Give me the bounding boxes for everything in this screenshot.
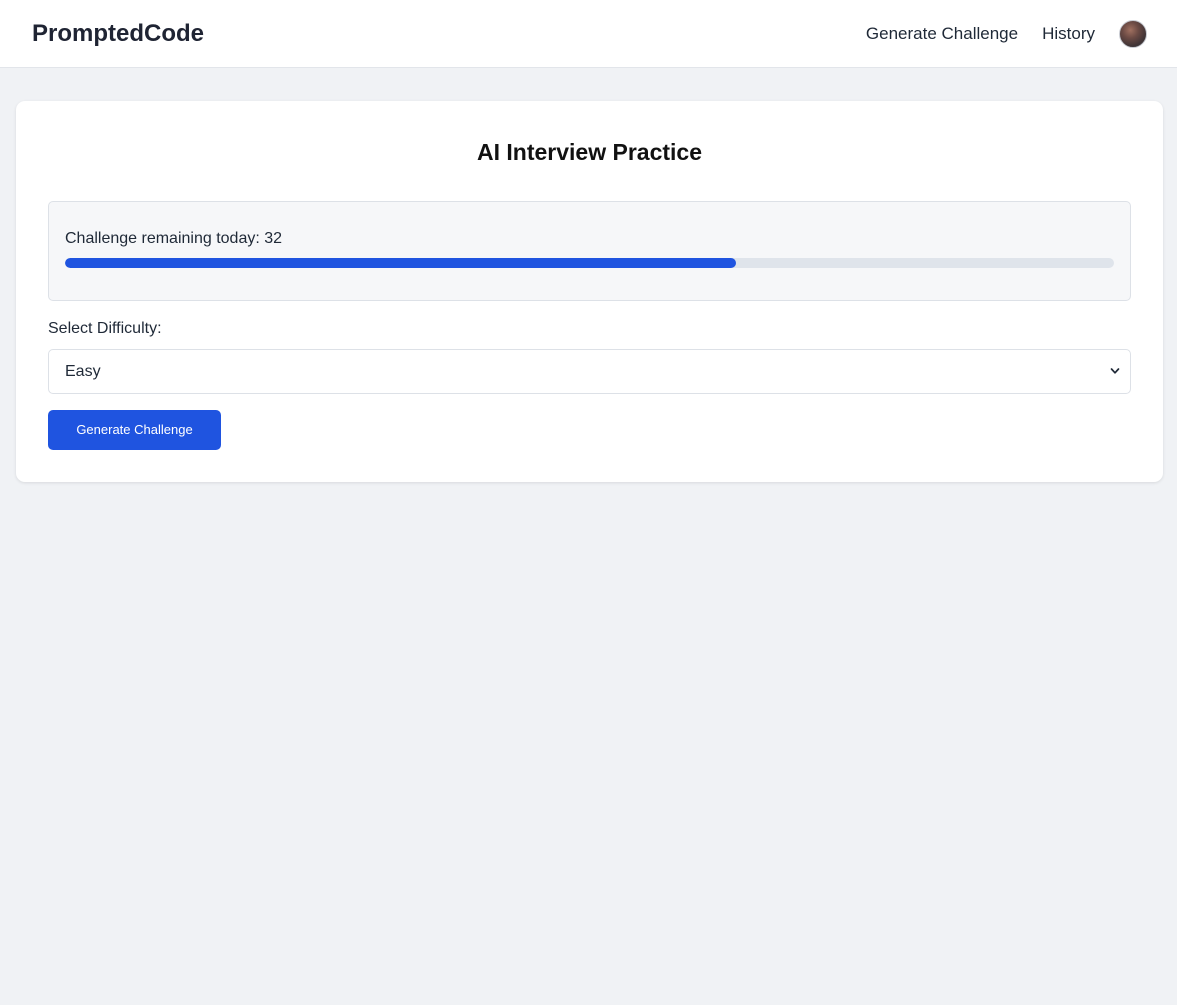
quota-panel: Challenge remaining today: 32 — [48, 201, 1131, 301]
user-avatar[interactable] — [1119, 20, 1147, 48]
brand-logo[interactable]: PromptedCode — [32, 19, 204, 49]
generate-challenge-button[interactable]: Generate Challenge — [48, 410, 221, 450]
nav-link-history[interactable]: History — [1042, 19, 1095, 49]
chevron-down-icon — [1110, 368, 1120, 374]
difficulty-selected-value: Easy — [65, 363, 101, 380]
nav-links: Generate Challenge History — [842, 19, 1147, 49]
nav-link-generate-challenge[interactable]: Generate Challenge — [866, 19, 1018, 49]
difficulty-label: Select Difficulty: — [48, 320, 162, 337]
quota-progress-fill — [65, 258, 737, 268]
quota-remaining-text: Challenge remaining today: 32 — [65, 230, 283, 247]
top-navbar: PromptedCode Generate Challenge History — [0, 0, 1177, 68]
quota-progress-bar — [65, 258, 1114, 268]
practice-card: AI Interview Practice Challenge remainin… — [16, 101, 1163, 482]
difficulty-select[interactable]: Easy — [48, 349, 1131, 394]
page-title: AI Interview Practice — [477, 139, 702, 165]
